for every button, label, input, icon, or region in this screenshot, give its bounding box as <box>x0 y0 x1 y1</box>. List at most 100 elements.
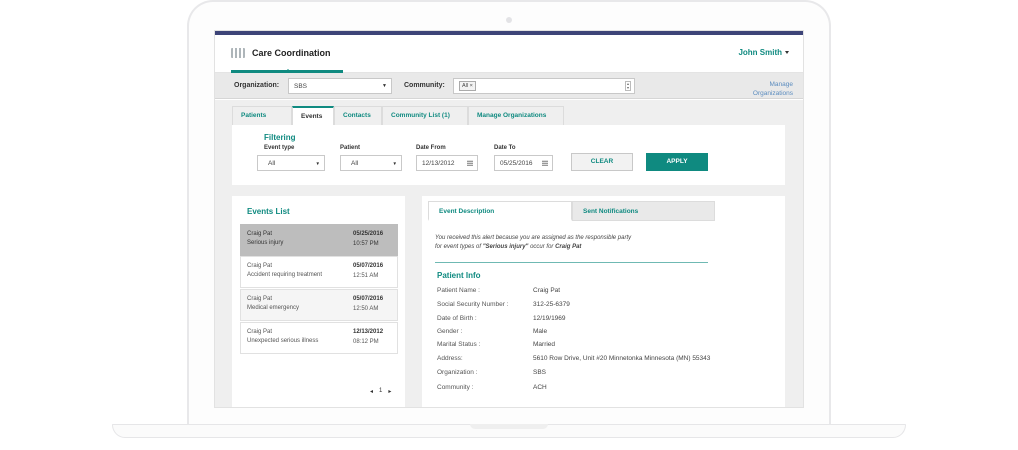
event-type-label: Event type <box>264 145 295 151</box>
field-label: Community : <box>437 384 474 391</box>
event-date: 05/07/2016 <box>353 296 384 302</box>
patient-value: All <box>351 160 359 167</box>
event-list-item[interactable]: Craig Pat Accident requiring treatment 0… <box>240 256 398 288</box>
alert-event-type: "Serious injury" <box>482 244 529 250</box>
events-list-title: Events List <box>247 207 290 216</box>
field-value: Craig Pat <box>533 287 561 294</box>
event-date: 12/13/2012 <box>353 329 384 335</box>
manage-link-line1: Manage <box>769 81 794 88</box>
event-list-item[interactable]: Craig Pat Serious injury 05/25/2016 10:5… <box>240 224 398 256</box>
field-value: 12/19/1969 <box>533 315 566 322</box>
app-brand-tab[interactable]: Care Coordination <box>231 35 343 73</box>
event-date: 05/07/2016 <box>353 263 384 269</box>
alert-line-1: You received this alert because you are … <box>435 235 632 241</box>
field-label: Marital Status : <box>437 341 481 348</box>
field-label: Organization : <box>437 369 478 376</box>
tab-sent-notifications[interactable]: Sent Notifications <box>572 201 715 221</box>
pagination: ◂ 1 ▸ <box>370 388 391 395</box>
calendar-icon[interactable] <box>467 160 473 166</box>
clear-button[interactable]: CLEAR <box>571 153 633 171</box>
calendar-icon[interactable] <box>542 160 548 166</box>
divider <box>435 262 708 263</box>
apply-button[interactable]: APPLY <box>646 153 708 171</box>
event-time: 12:50 AM <box>353 306 379 312</box>
patient-label: Patient <box>340 145 361 151</box>
tab-manage-organizations[interactable]: Manage Organizations <box>468 106 564 126</box>
field-label: Patient Name : <box>437 287 480 294</box>
tab-patients[interactable]: Patients <box>232 106 292 126</box>
main-content: Patients Events Contacts Community List … <box>215 100 803 407</box>
organization-bar: Organization: SBS ▼ Community: All × ▴ ▾ … <box>215 73 803 99</box>
event-description: Unexpected serious illness <box>247 338 319 344</box>
filter-panel: Filtering Event type All ▼ Patient All ▼… <box>232 125 785 185</box>
event-list-item[interactable]: Craig Pat Unexpected serious illness 12/… <box>240 322 398 354</box>
event-patient-name: Craig Pat <box>247 329 273 335</box>
event-patient-name: Craig Pat <box>247 296 273 302</box>
filtering-title: Filtering <box>264 133 296 142</box>
event-description: Medical emergency <box>247 305 300 311</box>
date-to-value: 05/25/2016 <box>500 160 533 167</box>
manage-link-line2: Organizations <box>752 90 793 97</box>
field-value: Male <box>533 328 548 335</box>
event-type-value: All <box>268 160 276 167</box>
spinner-icon[interactable]: ▴ ▾ <box>625 81 631 91</box>
field-label: Social Security Number : <box>437 301 509 308</box>
event-description: Serious injury <box>247 240 284 246</box>
alert-mid: occur for <box>528 244 556 250</box>
patient-info-title: Patient Info <box>437 271 481 280</box>
event-type-select[interactable]: All ▼ <box>257 155 325 171</box>
events-list-panel: Events List Craig Pat Serious injury 05/… <box>232 196 405 407</box>
laptop-notch <box>470 424 548 429</box>
organization-label: Organization: <box>234 82 280 89</box>
date-to-input[interactable]: 05/25/2016 <box>494 155 553 171</box>
prev-page-icon[interactable]: ◂ <box>370 388 373 395</box>
tab-events[interactable]: Events <box>292 106 334 126</box>
main-tabs: Patients Events Contacts Community List … <box>232 106 564 126</box>
chevron-down-icon: ▼ <box>315 161 320 166</box>
chevron-down-icon: ▼ <box>392 161 397 166</box>
date-from-label: Date From <box>416 145 446 151</box>
user-name: John Smith <box>738 48 782 57</box>
care-coordination-icon <box>231 47 245 58</box>
event-description: Accident requiring treatment <box>247 272 323 278</box>
field-label: Gender : <box>437 328 463 335</box>
chevron-down-icon: ▼ <box>382 83 387 89</box>
next-page-icon[interactable]: ▸ <box>388 388 391 395</box>
field-value: 5610 Row Drive, Unit #20 Minnetonka Minn… <box>533 355 711 362</box>
alert-message: You received this alert because you are … <box>435 234 725 252</box>
field-label: Date of Birth : <box>437 315 477 322</box>
app-screen: Care Coordination John Smith Organizatio… <box>215 31 803 407</box>
event-date: 05/25/2016 <box>353 231 384 237</box>
event-time: 08:12 PM <box>353 339 379 345</box>
patient-select[interactable]: All ▼ <box>340 155 402 171</box>
community-select[interactable]: All × ▴ ▾ <box>453 78 635 94</box>
laptop-mockup: Care Coordination John Smith Organizatio… <box>0 0 1018 450</box>
field-value: ACH <box>533 384 547 391</box>
organization-value: SBS <box>294 83 308 90</box>
app-title: Care Coordination <box>252 47 331 58</box>
chevron-down-icon <box>785 51 789 55</box>
event-detail-panel: Event Description Sent Notifications You… <box>422 196 785 407</box>
community-label: Community: <box>404 82 445 89</box>
event-time: 10:57 PM <box>353 241 379 247</box>
tab-event-description[interactable]: Event Description <box>428 201 572 221</box>
date-from-input[interactable]: 12/13/2012 <box>416 155 478 171</box>
event-list-item[interactable]: Craig Pat Medical emergency 05/07/2016 1… <box>240 289 398 321</box>
user-menu[interactable]: John Smith <box>738 48 789 57</box>
field-value: 312-25-6379 <box>533 301 570 308</box>
page-number[interactable]: 1 <box>379 388 382 395</box>
tab-community-list[interactable]: Community List (1) <box>382 106 468 126</box>
manage-organizations-link[interactable]: Manage Organizations <box>733 80 793 98</box>
field-label: Address: <box>437 355 463 362</box>
alert-patient: Craig Pat <box>555 244 582 250</box>
tab-contacts[interactable]: Contacts <box>334 106 382 126</box>
event-time: 12:51 AM <box>353 273 379 279</box>
camera-icon <box>506 17 512 23</box>
organization-select[interactable]: SBS ▼ <box>288 78 392 94</box>
field-value: SBS <box>533 369 547 376</box>
date-from-value: 12/13/2012 <box>422 160 455 167</box>
event-patient-name: Craig Pat <box>247 263 273 269</box>
community-chip[interactable]: All × <box>459 81 476 91</box>
alert-line-2: for event types of "Serious injury" occu… <box>435 243 725 252</box>
app-header: Care Coordination John Smith <box>215 35 803 73</box>
